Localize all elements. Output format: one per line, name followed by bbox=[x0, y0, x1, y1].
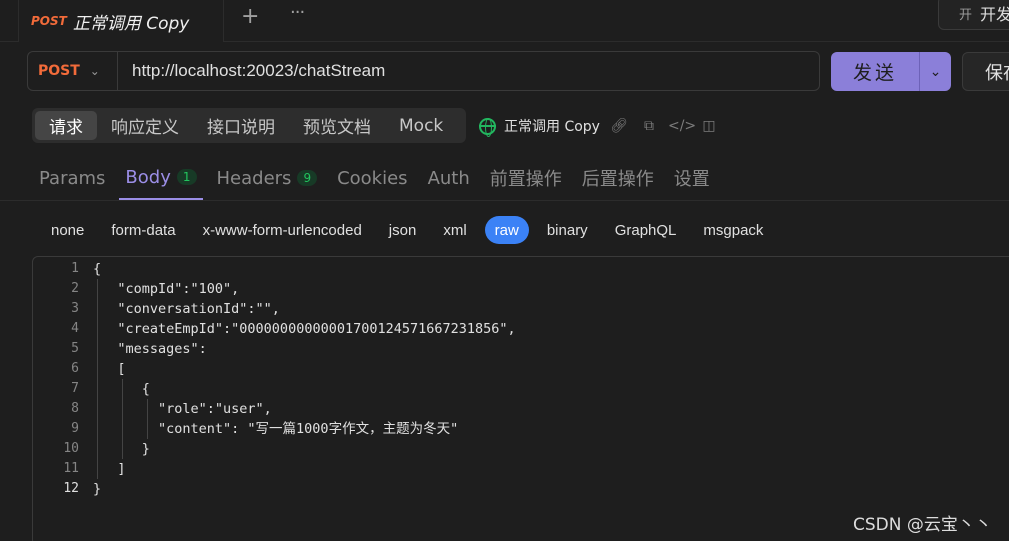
body-count-badge: 1 bbox=[176, 169, 197, 185]
body-type-json[interactable]: json bbox=[380, 216, 426, 244]
code-line: "messages": bbox=[93, 341, 207, 357]
watermark: CSDN @云宝丶丶 bbox=[853, 515, 992, 535]
subtab-label: Cookies bbox=[337, 167, 408, 189]
tab-bar: POST 正常调用 Copy + ··· 开 开发 bbox=[0, 0, 1009, 42]
line-number: 4 bbox=[71, 321, 79, 336]
send-button[interactable]: 发送 ⌄ bbox=[831, 52, 951, 91]
environment-select[interactable]: 开 开发 bbox=[938, 0, 1009, 30]
globe-icon bbox=[479, 117, 496, 137]
request-subtabs: Params Body 1 Headers 9 Cookies Auth 前置操作 … bbox=[39, 156, 710, 200]
line-number: 3 bbox=[71, 301, 79, 316]
tab-request-active[interactable]: POST 正常调用 Copy bbox=[18, 0, 224, 42]
tab-mock[interactable]: Mock bbox=[385, 111, 457, 140]
code-line: "content": "写一篇1000字作文，主题为冬天" bbox=[93, 421, 459, 437]
more-tabs-icon[interactable]: ··· bbox=[290, 4, 305, 22]
divider bbox=[0, 200, 1009, 201]
code-line: ] bbox=[93, 461, 126, 477]
subtab-params[interactable]: Params bbox=[39, 156, 105, 200]
tab-response-definition[interactable]: 响应定义 bbox=[97, 111, 193, 140]
environment-label: 开发 bbox=[980, 5, 1009, 24]
line-number: 8 bbox=[71, 401, 79, 416]
line-number: 6 bbox=[71, 361, 79, 376]
request-view-tabs: 请求 响应定义 接口说明 预览文档 Mock bbox=[32, 108, 466, 143]
tab-method-label: POST bbox=[31, 14, 67, 28]
code-line: "role":"user", bbox=[93, 401, 272, 417]
save-button[interactable]: 保存 bbox=[962, 52, 1009, 91]
subtab-body[interactable]: Body 1 bbox=[119, 156, 203, 200]
copy-icon[interactable]: ⧉ bbox=[638, 118, 660, 134]
method-label: POST bbox=[38, 63, 80, 79]
body-type-graphql[interactable]: GraphQL bbox=[606, 216, 686, 244]
body-type-binary[interactable]: binary bbox=[538, 216, 597, 244]
subtab-headers[interactable]: Headers 9 bbox=[217, 156, 318, 200]
subtab-cookies[interactable]: Cookies bbox=[337, 156, 407, 200]
code-icon[interactable]: </> bbox=[668, 118, 696, 134]
panel-toggle-icon[interactable]: ◫ bbox=[698, 118, 720, 134]
api-info: 正常调用 Copy 🔗︎ ⧉ </> ◫ bbox=[479, 113, 720, 139]
subtab-label: 后置操作 bbox=[581, 169, 654, 190]
subtab-label: 前置操作 bbox=[489, 169, 562, 190]
line-number: 10 bbox=[63, 441, 79, 456]
subtab-auth[interactable]: Auth bbox=[428, 156, 470, 200]
body-type-selector: none form-data x-www-form-urlencoded jso… bbox=[42, 216, 781, 244]
url-bar: POST ⌄ bbox=[27, 51, 820, 91]
tab-api-description[interactable]: 接口说明 bbox=[193, 111, 289, 140]
code-line: } bbox=[93, 441, 150, 457]
subtab-settings[interactable]: 设置 bbox=[674, 156, 710, 200]
add-tab-icon[interactable]: + bbox=[241, 6, 259, 28]
chevron-down-icon: ⌄ bbox=[89, 64, 100, 78]
code-line: "conversationId":"", bbox=[93, 301, 280, 317]
subtab-label: 设置 bbox=[673, 169, 710, 190]
code-editor[interactable]: 1 2 3 4 5 6 7 8 9 10 11 12 { "compId":"1… bbox=[32, 256, 1009, 541]
send-label: 发送 bbox=[852, 62, 897, 84]
tab-title: 正常调用 Copy bbox=[72, 13, 190, 34]
body-type-raw[interactable]: raw bbox=[484, 216, 529, 244]
url-input[interactable] bbox=[120, 52, 810, 90]
headers-count-badge: 9 bbox=[297, 170, 318, 186]
api-name: 正常调用 Copy bbox=[504, 119, 600, 135]
line-number: 11 bbox=[63, 461, 79, 476]
body-type-urlencoded[interactable]: x-www-form-urlencoded bbox=[194, 216, 371, 244]
body-type-none[interactable]: none bbox=[42, 216, 93, 244]
line-number: 2 bbox=[71, 281, 79, 296]
subtab-label: Headers bbox=[216, 167, 292, 189]
code-line: { bbox=[93, 261, 102, 277]
code-line: "compId":"100", bbox=[93, 281, 240, 297]
link-icon[interactable]: 🔗︎ bbox=[608, 118, 630, 134]
subtab-pre-request[interactable]: 前置操作 bbox=[490, 156, 562, 200]
line-number-current: 12 bbox=[63, 481, 79, 496]
line-number: 1 bbox=[71, 261, 79, 276]
subtab-label: Body bbox=[125, 166, 171, 188]
save-label: 保存 bbox=[985, 62, 1009, 84]
tab-preview-docs[interactable]: 预览文档 bbox=[289, 111, 385, 140]
subtab-label: Auth bbox=[427, 167, 470, 189]
send-options-chevron-icon[interactable]: ⌄ bbox=[920, 64, 951, 80]
code-line: "createEmpId":"0000000000000170012457166… bbox=[93, 321, 516, 337]
line-number: 7 bbox=[71, 381, 79, 396]
body-type-form-data[interactable]: form-data bbox=[102, 216, 184, 244]
code-line: } bbox=[93, 481, 102, 497]
line-number: 9 bbox=[71, 421, 79, 436]
tab-request[interactable]: 请求 bbox=[35, 111, 97, 140]
subtab-post-request[interactable]: 后置操作 bbox=[582, 156, 654, 200]
code-content[interactable]: { "compId":"100", "conversationId":"", "… bbox=[93, 259, 516, 499]
line-number-gutter: 1 2 3 4 5 6 7 8 9 10 11 12 bbox=[33, 257, 79, 499]
line-number: 5 bbox=[71, 341, 79, 356]
code-line: { bbox=[93, 381, 150, 397]
subtab-label: Params bbox=[39, 167, 106, 189]
environment-icon: 开 bbox=[959, 7, 973, 23]
method-select[interactable]: POST ⌄ bbox=[28, 52, 118, 90]
body-type-xml[interactable]: xml bbox=[434, 216, 475, 244]
body-type-msgpack[interactable]: msgpack bbox=[694, 216, 772, 244]
code-line: [ bbox=[93, 361, 126, 377]
